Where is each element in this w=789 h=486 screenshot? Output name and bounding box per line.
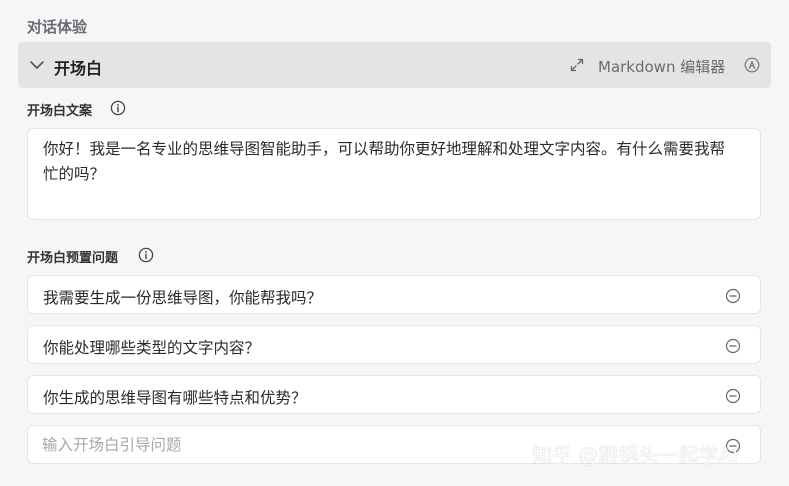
expand-icon[interactable] <box>570 58 584 72</box>
circle-a-icon[interactable] <box>744 57 760 73</box>
minus-circle-icon[interactable] <box>725 288 741 304</box>
preset-question-text[interactable]: 你能处理哪些类型的文字内容？ <box>43 336 260 358</box>
chevron-down-icon[interactable] <box>29 57 45 73</box>
info-icon[interactable] <box>138 247 154 263</box>
preset-question-row[interactable]: 你生成的思维导图有哪些特点和优势？ <box>27 375 761 414</box>
watermark: 知乎 @跟锅头一起学AI <box>532 443 738 467</box>
opening-header[interactable]: 开场白 Markdown 编辑器 <box>18 42 771 88</box>
preset-question-row[interactable]: 我需要生成一份思维导图，你能帮我吗？ <box>27 275 761 314</box>
preset-label: 开场白预置问题 <box>27 251 119 266</box>
opening-text-card[interactable]: 你好！我是一名专业的思维导图智能助手，可以帮助你更好地理解和处理文字内容。有什么… <box>27 128 761 220</box>
preset-question-row[interactable]: 你能处理哪些类型的文字内容？ <box>27 325 761 364</box>
preset-question-text[interactable]: 你生成的思维导图有哪些特点和优势？ <box>43 386 307 408</box>
opening-text[interactable]: 你好！我是一名专业的思维导图智能助手，可以帮助你更好地理解和处理文字内容。有什么… <box>43 137 740 187</box>
minus-circle-icon[interactable] <box>725 388 741 404</box>
info-icon[interactable] <box>110 100 126 116</box>
markdown-editor-label[interactable]: Markdown 编辑器 <box>598 56 725 77</box>
minus-circle-icon[interactable] <box>725 338 741 354</box>
preset-question-text[interactable]: 我需要生成一份思维导图，你能帮我吗？ <box>43 286 322 308</box>
opening-label: 开场白文案 <box>27 104 93 119</box>
section-title: 对话体验 <box>27 18 88 36</box>
header-title: 开场白 <box>54 59 103 78</box>
